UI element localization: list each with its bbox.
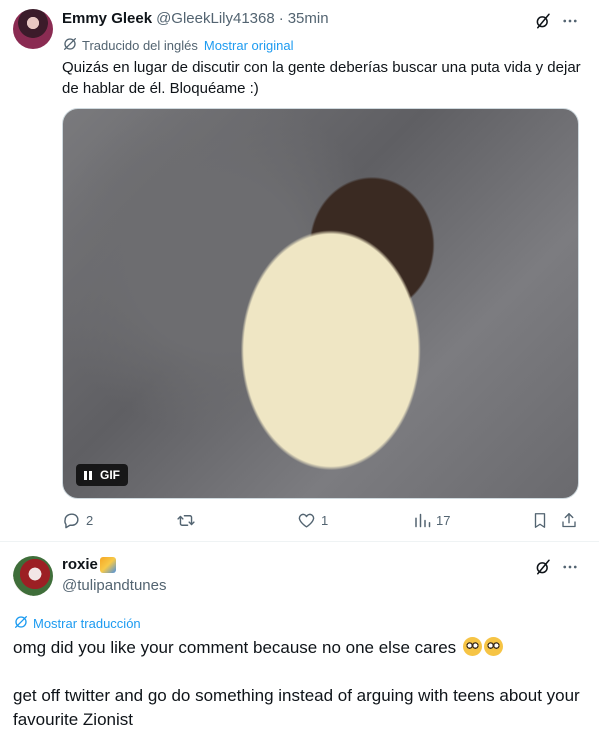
share-button[interactable] bbox=[560, 511, 578, 530]
view-count: 17 bbox=[436, 513, 451, 528]
views-icon bbox=[413, 511, 431, 530]
like-count: 1 bbox=[321, 513, 329, 528]
retweet-icon bbox=[176, 511, 196, 530]
timestamp[interactable]: 35min bbox=[288, 10, 329, 27]
show-original-link[interactable]: Mostrar original bbox=[204, 38, 294, 53]
grok-icon[interactable] bbox=[532, 556, 554, 578]
gif-media[interactable]: GIF bbox=[62, 108, 579, 499]
more-icon[interactable] bbox=[559, 556, 581, 578]
tweet-line-1-text: omg did you like your comment because no… bbox=[13, 638, 457, 657]
views-button[interactable]: 17 bbox=[413, 511, 450, 530]
avatar[interactable] bbox=[13, 9, 53, 49]
show-translation-label[interactable]: Mostrar traducción bbox=[33, 616, 141, 631]
more-icon[interactable] bbox=[559, 10, 581, 32]
share-icon bbox=[560, 511, 578, 530]
reply-button[interactable]: 2 bbox=[62, 511, 93, 530]
tweet-text: Quizás en lugar de discutir con la gente… bbox=[62, 59, 581, 97]
pleading-face-emoji-icon bbox=[462, 637, 482, 656]
heart-icon bbox=[297, 511, 316, 530]
name-emoji-icon bbox=[99, 556, 116, 573]
pleading-face-emoji-icon bbox=[483, 637, 503, 656]
like-button[interactable]: 1 bbox=[297, 511, 328, 530]
show-translation-link[interactable]: Mostrar traducción bbox=[13, 614, 141, 633]
user-handle[interactable]: @GleekLily41368 bbox=[156, 10, 275, 27]
separator-dot: · bbox=[278, 10, 284, 27]
reply-count: 2 bbox=[86, 513, 94, 528]
translate-icon bbox=[62, 36, 78, 55]
tweet-text: omg did you like your comment because no… bbox=[13, 636, 588, 732]
tweet-line-2: get off twitter and go do something inst… bbox=[13, 686, 580, 729]
tweet-emmy-gleek[interactable]: Emmy Gleek @GleekLily41368 · 35min Tradu… bbox=[0, 0, 599, 541]
display-name[interactable]: Emmy Gleek bbox=[62, 10, 152, 27]
reply-icon bbox=[62, 511, 81, 530]
retweet-button[interactable] bbox=[176, 511, 201, 530]
tweet-line-1: omg did you like your comment because no… bbox=[13, 636, 588, 660]
translated-label: Traducido del inglés bbox=[82, 38, 198, 53]
bookmark-icon bbox=[531, 511, 549, 530]
gif-controls[interactable]: GIF bbox=[76, 464, 128, 486]
tweet-header: Emmy Gleek @GleekLily41368 · 35min bbox=[62, 10, 329, 27]
pause-icon[interactable] bbox=[84, 470, 92, 480]
display-name[interactable]: roxie bbox=[62, 556, 98, 573]
avatar[interactable] bbox=[13, 556, 53, 596]
bookmark-button[interactable] bbox=[531, 511, 549, 530]
user-handle[interactable]: @tulipandtunes bbox=[62, 577, 166, 594]
translate-icon bbox=[13, 614, 29, 633]
grok-icon[interactable] bbox=[532, 10, 554, 32]
translation-notice: Traducido del inglés Mostrar original bbox=[62, 36, 293, 55]
tweet-divider bbox=[0, 541, 599, 542]
gif-badge-label: GIF bbox=[100, 468, 120, 482]
tweet-actions: 2 1 17 bbox=[62, 511, 579, 533]
tweet-header: roxie bbox=[62, 556, 116, 573]
